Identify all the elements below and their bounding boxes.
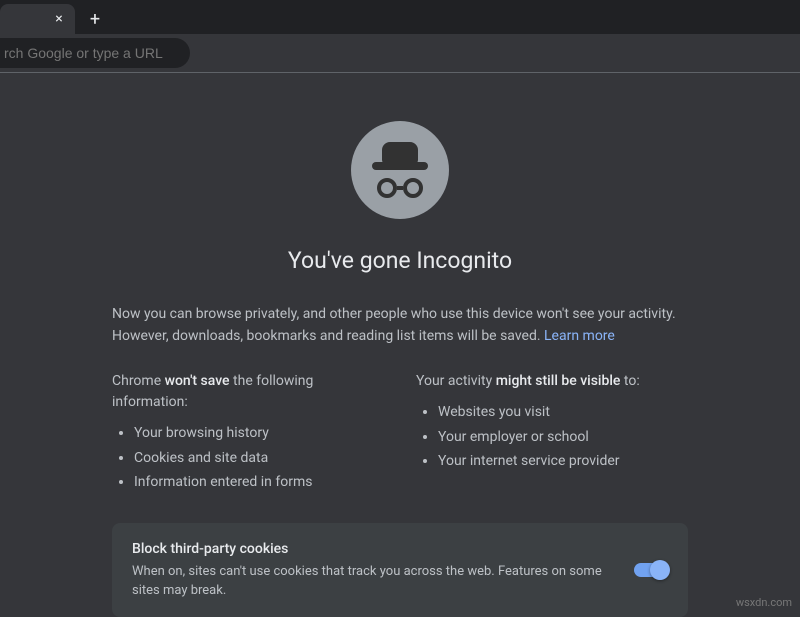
address-bar-input[interactable]	[0, 38, 190, 68]
active-tab[interactable]: ×	[0, 4, 75, 34]
might-visible-column: Your activity might still be visible to:…	[416, 371, 688, 495]
toolbar	[0, 34, 800, 72]
hat-icon	[372, 142, 428, 170]
wont-save-list: Your browsing history Cookies and site d…	[112, 421, 384, 495]
tab-strip: × +	[0, 0, 800, 34]
block-cookies-toggle[interactable]	[634, 563, 668, 577]
toggle-title: Block third-party cookies	[132, 539, 614, 560]
text: to:	[620, 373, 639, 389]
toggle-text: Block third-party cookies When on, sites…	[132, 539, 614, 601]
page-title: You've gone Incognito	[288, 247, 512, 274]
list-item: Your browsing history	[134, 421, 384, 446]
learn-more-link[interactable]: Learn more	[544, 328, 615, 344]
toggle-knob-icon	[650, 560, 670, 580]
text: Your activity	[416, 373, 496, 389]
watermark: wsxdn.com	[736, 596, 792, 609]
toggle-description: When on, sites can't use cookies that tr…	[132, 562, 614, 601]
glasses-icon	[377, 178, 423, 198]
list-item: Websites you visit	[438, 400, 688, 425]
close-tab-icon[interactable]: ×	[51, 11, 67, 27]
new-tab-button[interactable]: +	[81, 5, 109, 33]
might-visible-heading: Your activity might still be visible to:	[416, 371, 688, 392]
incognito-icon	[351, 121, 449, 219]
info-columns: Chrome won't save the following informat…	[112, 371, 688, 495]
wont-save-column: Chrome won't save the following informat…	[112, 371, 384, 495]
intro-line2: However, downloads, bookmarks and readin…	[112, 328, 541, 344]
list-item: Information entered in forms	[134, 470, 384, 495]
text: Chrome	[112, 373, 165, 389]
list-item: Your internet service provider	[438, 449, 688, 474]
wont-save-heading: Chrome won't save the following informat…	[112, 371, 384, 413]
list-item: Cookies and site data	[134, 446, 384, 471]
text-strong: won't save	[165, 373, 230, 389]
main-content: You've gone Incognito Now you can browse…	[0, 73, 800, 617]
cookies-toggle-card: Block third-party cookies When on, sites…	[112, 523, 688, 617]
intro-text: Now you can browse privately, and other …	[112, 304, 688, 347]
might-visible-list: Websites you visit Your employer or scho…	[416, 400, 688, 474]
text-strong: might still be visible	[496, 373, 621, 389]
intro-line1: Now you can browse privately, and other …	[112, 306, 676, 322]
list-item: Your employer or school	[438, 425, 688, 450]
